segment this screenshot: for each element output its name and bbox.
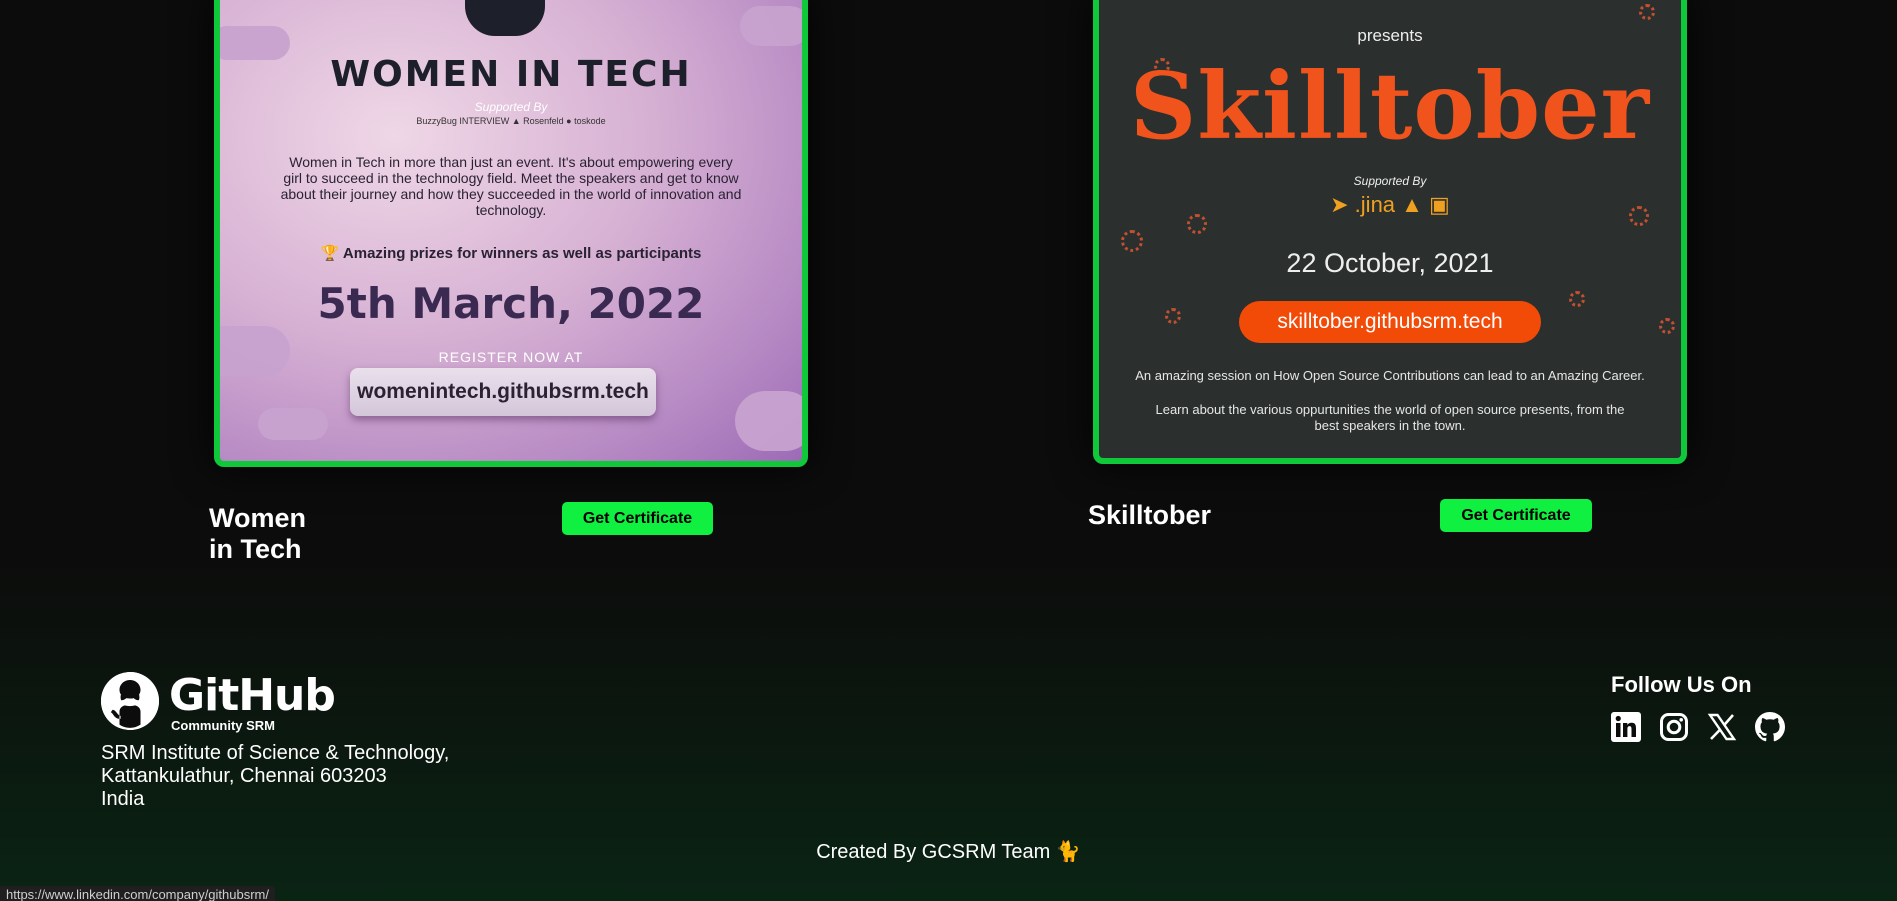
- cloud-decoration: [735, 391, 802, 451]
- get-certificate-button[interactable]: Get Certificate: [1440, 499, 1592, 532]
- women-in-tech-poster: WOMEN IN TECH Supported By BuzzyBug INTE…: [214, 0, 808, 467]
- gear-decoration-icon: [1165, 308, 1181, 324]
- poster-date: 22 October, 2021: [1286, 248, 1494, 278]
- poster-heading: Skilltober: [1129, 52, 1651, 160]
- poster-sponsors: ➤ .jina ▲ ▣: [1330, 192, 1450, 217]
- footer-credit: Created By GCSRM Team 🐈: [816, 841, 1081, 863]
- woman-illustration-icon: [465, 0, 545, 36]
- cloud-decoration: [740, 6, 802, 46]
- poster-description: Learn about the various oppurtunities th…: [1155, 402, 1625, 433]
- logo-subtitle: Community SRM: [171, 718, 275, 733]
- poster-prize: 🏆 Amazing prizes for winners as well as …: [320, 245, 702, 262]
- poster-date: 5th March, 2022: [317, 279, 705, 328]
- address-line: India: [101, 788, 145, 810]
- poster-presents: presents: [1357, 26, 1423, 45]
- poster-supported-by: Supported By: [474, 100, 548, 114]
- logo-wordmark: GitHub: [169, 670, 336, 721]
- poster-register-label: REGISTER NOW AT: [438, 349, 584, 365]
- cloud-decoration: [258, 408, 328, 440]
- poster-description: Women in Tech in more than just an event…: [280, 154, 742, 218]
- footer-address: SRM Institute of Science & Technology, K…: [101, 742, 449, 811]
- gear-decoration-icon: [1569, 291, 1585, 307]
- follow-us-heading: Follow Us On: [1611, 672, 1752, 697]
- poster-link: skilltober.githubsrm.tech: [1239, 301, 1541, 343]
- gear-decoration-icon: [1659, 318, 1675, 334]
- poster-heading: WOMEN IN TECH: [330, 54, 692, 95]
- x-icon[interactable]: [1707, 712, 1737, 742]
- card-title: Women in Tech: [209, 503, 307, 564]
- card-title: Skilltober: [1088, 500, 1212, 530]
- address-line: SRM Institute of Science & Technology,: [101, 742, 450, 764]
- poster-sponsors: BuzzyBug INTERVIEW ▲ Rosenfeld ● toskode: [416, 116, 606, 126]
- address-line: Kattankulathur, Chennai 603203: [101, 765, 387, 787]
- skilltober-poster: presents Skilltober Supported By ➤ .jina…: [1093, 0, 1687, 464]
- poster-link: womenintech.githubsrm.tech: [350, 368, 656, 416]
- gear-decoration-icon: [1639, 4, 1655, 20]
- github-icon: [101, 672, 159, 730]
- get-certificate-button[interactable]: Get Certificate: [562, 502, 713, 535]
- github-icon[interactable]: [1755, 712, 1785, 742]
- instagram-icon[interactable]: [1659, 712, 1689, 742]
- poster-description: An amazing session on How Open Source Co…: [1135, 368, 1645, 383]
- linkedin-icon[interactable]: [1611, 712, 1641, 742]
- status-bar-url: https://www.linkedin.com/company/githubs…: [0, 886, 275, 901]
- poster-supported-by: Supported By: [1353, 174, 1427, 188]
- github-community-logo[interactable]: GitHub Community SRM: [101, 670, 336, 733]
